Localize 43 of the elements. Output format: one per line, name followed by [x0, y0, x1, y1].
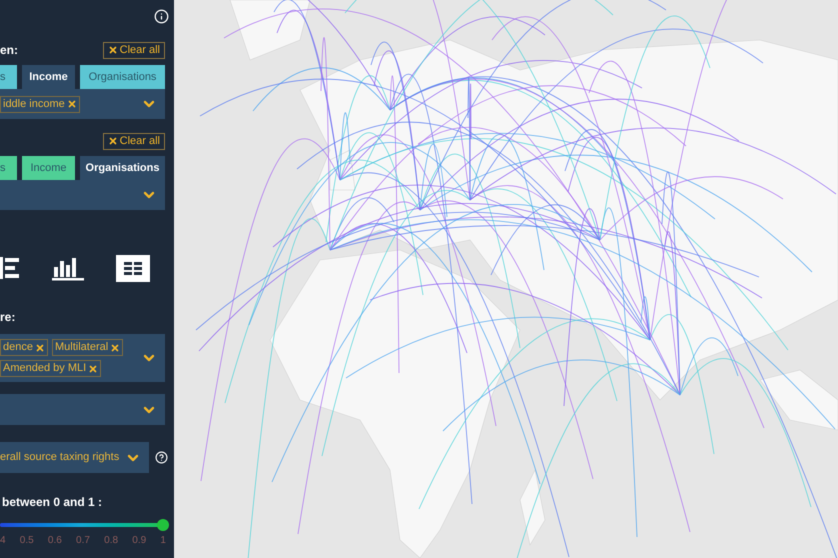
clear-icon [108, 45, 118, 55]
remove-icon [110, 342, 120, 352]
horizontal-bar-chart-icon [0, 255, 20, 282]
filter-tab[interactable]: Organisations [80, 156, 165, 180]
clear-all-button[interactable]: Clear all [102, 132, 165, 150]
dropdown-field[interactable]: iddle income [0, 89, 165, 119]
tick-label: 0.5 [20, 534, 34, 548]
filter-tab[interactable]: Income [22, 65, 75, 89]
section-heading: re: [0, 309, 16, 326]
tick-label: 0.6 [48, 534, 62, 548]
info-icon[interactable] [154, 9, 169, 24]
tick-label: 4 [0, 534, 6, 548]
dropdown-field[interactable] [0, 394, 165, 425]
filter-tab[interactable]: s [0, 156, 17, 180]
filter-tag[interactable]: Amended by MLI [0, 360, 102, 377]
clear-all-button[interactable]: Clear all [102, 42, 165, 58]
filter-tab[interactable]: s [0, 65, 17, 89]
filter-tab[interactable]: Income [22, 156, 75, 180]
bar-chart-icon [52, 255, 84, 282]
table-icon [124, 262, 142, 275]
dropdown-field[interactable] [0, 180, 165, 210]
slider-thumb[interactable] [157, 519, 169, 531]
remove-icon [88, 364, 98, 374]
tick-label: 0.9 [132, 534, 146, 548]
filter-heading: en: [0, 42, 18, 59]
filter-tag[interactable]: iddle income [0, 96, 80, 112]
range-slider[interactable] [0, 519, 169, 531]
chart-view-button[interactable] [52, 255, 84, 282]
dropdown-field[interactable]: dence Multilateral Amended by MLI [0, 334, 165, 382]
tick-label: 0.8 [104, 534, 118, 548]
clear-icon [108, 136, 118, 146]
filter-tag[interactable]: dence [0, 339, 48, 356]
remove-icon [34, 342, 45, 352]
range-label: between 0 and 1 : [1, 494, 104, 511]
table-view-button[interactable] [116, 255, 150, 282]
help-icon[interactable] [155, 451, 168, 464]
filter-tab[interactable]: Organisations [80, 65, 165, 89]
filter-tag[interactable]: Multilateral [52, 339, 124, 356]
chart-view-button[interactable] [0, 255, 20, 282]
remove-icon [66, 99, 77, 109]
measure-dropdown[interactable]: erall source taxing rights [0, 442, 149, 473]
tick-label: 0.7 [76, 534, 90, 548]
tick-label: 1 [160, 534, 166, 548]
